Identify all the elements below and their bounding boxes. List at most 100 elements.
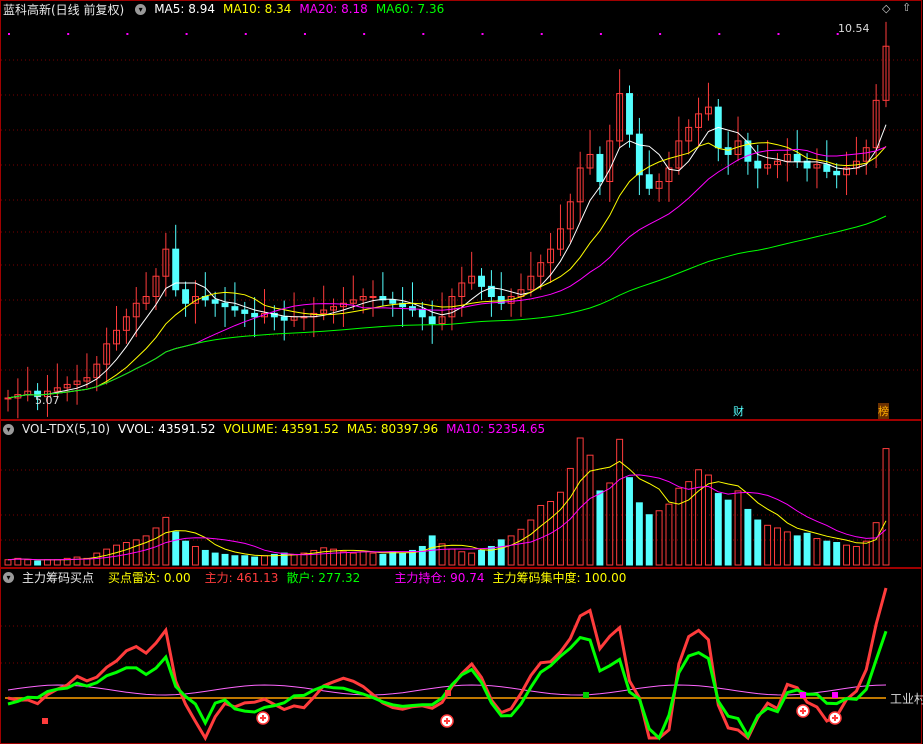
indicator-panel[interactable]: ▾ 主力筹码买点 买点雷达: 0.00 主力: 461.13 散户: 277.3… (0, 568, 923, 744)
volume-bar (497, 539, 505, 566)
volume-bar (724, 499, 732, 566)
volume-bar (803, 532, 811, 566)
candle-body (418, 309, 426, 318)
volume-bar (320, 547, 328, 566)
price-header: 蓝科高新(日线 前复权) ▾ MA5: 8.94 MA10: 8.34 MA20… (0, 0, 452, 18)
volume-bar (606, 482, 614, 566)
ma20-label: MA20: 8.18 (299, 2, 368, 16)
low-price-label: 5.07 (35, 394, 60, 407)
volume-bar (34, 560, 42, 566)
candle-body (369, 296, 377, 299)
high-price-label: 10.54 (838, 22, 870, 35)
volume-bar (487, 545, 495, 566)
signal-dot (303, 33, 306, 35)
candle-body (231, 306, 239, 311)
volume-bar (359, 551, 367, 566)
candle-body (724, 147, 732, 155)
volume-bar (418, 545, 426, 566)
volume-bar (478, 549, 485, 566)
candle-body (833, 170, 841, 176)
candle-body (478, 275, 485, 287)
volume-bar (379, 553, 387, 566)
volume-bar (231, 555, 239, 566)
volume-bar (182, 540, 190, 566)
candle-body (754, 160, 762, 169)
signal-dot (363, 33, 366, 35)
signal-dot (481, 33, 484, 35)
volume-bar (734, 490, 742, 566)
volume-bar (862, 540, 870, 566)
vol-ma5-label: MA5: 80397.96 (346, 422, 439, 436)
indicator-title: 主力筹码买点 (22, 570, 95, 585)
volume-bar (44, 559, 51, 566)
panel-frame (0, 0, 922, 420)
settings-icon[interactable]: ▾ (3, 571, 14, 583)
diamond-icon[interactable]: ◇ (882, 2, 890, 15)
settings-icon[interactable]: ▾ (3, 423, 14, 435)
volume-bar (872, 522, 880, 566)
volume-bar (675, 487, 683, 566)
industry-label: 工业村 (890, 692, 923, 706)
signal-dot (185, 33, 188, 35)
volume-bar (369, 552, 377, 566)
signal-dot (244, 33, 247, 35)
volume-bar (744, 508, 752, 566)
main-force-label: 主力: 461.13 (204, 570, 279, 585)
signal-dot (718, 33, 721, 35)
candle-body (626, 93, 633, 135)
signal-dot (422, 33, 425, 35)
volume-bar (438, 543, 446, 566)
volume-title: VOL-TDX(5,10) (22, 422, 111, 436)
ma60-label: MA60: 7.36 (375, 2, 445, 16)
signal-dot (8, 33, 10, 35)
volume-bar (576, 437, 584, 566)
volume-bar (783, 531, 791, 566)
volume-bar (399, 552, 407, 566)
up-arrow-icon[interactable]: ⇧ (902, 1, 911, 14)
volume-bar (261, 555, 268, 566)
vol-ma10-label: MA10: 52354.65 (446, 422, 546, 436)
indicator-header: ▾ 主力筹码买点 买点雷达: 0.00 主力: 461.13 散户: 277.3… (0, 568, 634, 586)
volume-bar (389, 551, 397, 566)
panel-frame (0, 568, 922, 744)
volume-bar (616, 438, 624, 566)
volume-bar (201, 549, 209, 566)
candle-body (596, 153, 604, 183)
volume-bar (823, 540, 831, 566)
volume-bar (596, 490, 604, 566)
volume-bar (793, 535, 801, 566)
volume-bar (774, 527, 781, 566)
price-title: 蓝科高新(日线 前复权) (3, 2, 125, 17)
volume-bar (448, 548, 456, 566)
volume-bar (4, 559, 12, 566)
volume-bar (626, 477, 633, 566)
volume-bar (764, 524, 772, 566)
finance-tag[interactable]: 财 (733, 403, 744, 419)
indicator-chart[interactable] (0, 568, 923, 744)
price-chart[interactable] (0, 0, 923, 420)
candle-body (645, 174, 653, 189)
volume-bar (468, 552, 476, 566)
volume-bar (211, 552, 219, 566)
candle-body (251, 312, 259, 318)
volume-bar (517, 528, 525, 566)
volume-bar (852, 545, 860, 566)
volume-bar (172, 531, 180, 566)
vvol-label: VVOL: 43591.52 (118, 422, 216, 436)
candle-body (428, 316, 436, 325)
price-panel[interactable]: 蓝科高新(日线 前复权) ▾ MA5: 8.94 MA10: 8.34 MA20… (0, 0, 923, 420)
signal-marker (583, 692, 589, 698)
settings-icon[interactable]: ▾ (135, 3, 147, 15)
volume-bar (833, 542, 841, 566)
volume-panel[interactable]: ▾ VOL-TDX(5,10) VVOL: 43591.52 VOLUME: 4… (0, 420, 923, 568)
volume-chart[interactable] (0, 420, 923, 568)
volume-bar (251, 556, 259, 566)
volume-bar (349, 552, 357, 566)
volume-bar (665, 503, 673, 566)
candle-body (221, 302, 229, 308)
ranking-tag[interactable]: 榜 (878, 403, 889, 419)
ma10-line (7, 142, 887, 399)
signal-dot (540, 33, 543, 35)
volume-bar (241, 555, 249, 566)
candle-body (182, 289, 190, 304)
